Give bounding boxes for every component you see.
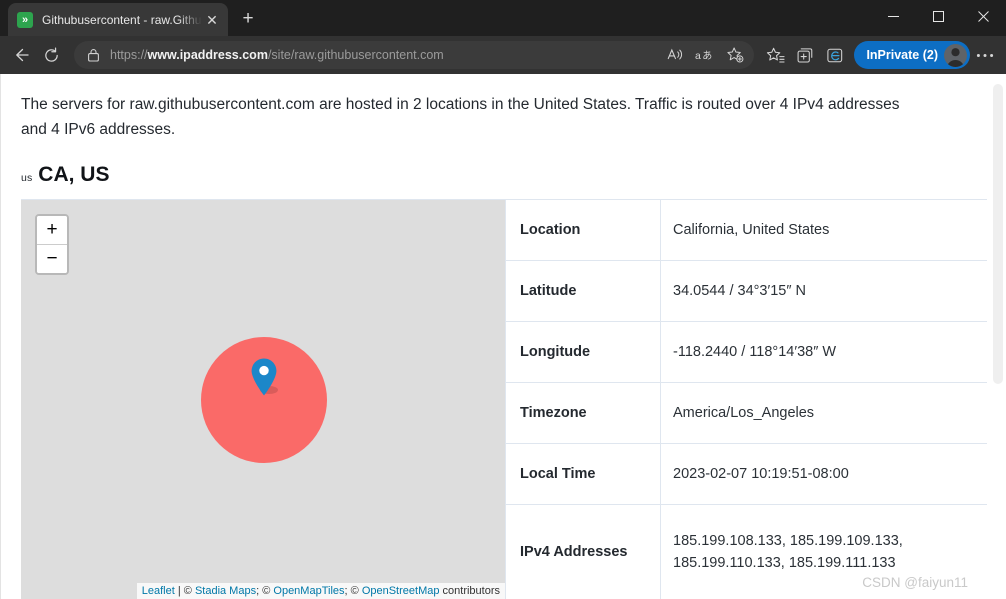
stadia-maps-link[interactable]: Stadia Maps [195,585,256,597]
browser-essentials-icon[interactable] [820,40,850,70]
map-marker-pin-icon[interactable] [249,357,279,399]
openmaptiles-link[interactable]: OpenMapTiles [273,585,344,597]
row-label: Timezone [505,382,661,444]
row-value: 34.0544 / 34°3′15″ N [660,260,987,322]
zoom-in-button[interactable]: + [37,216,67,246]
ipv4-line-2: 185.199.110.133, 185.199.111.133 [673,555,896,572]
intro-paragraph: The servers for raw.githubusercontent.co… [21,96,900,139]
reload-icon[interactable] [36,40,66,70]
table-body: Location California, United States Latit… [505,200,987,599]
row-value: California, United States [660,200,987,261]
address-bar-actions: aあ [660,40,750,70]
tab-favicon-icon: » [17,11,33,28]
map[interactable]: + − Leaflet | © Stadia Maps; © OpenMapTi… [21,200,505,599]
inprivate-label: InPrivate (2) [866,48,938,62]
new-tab-button[interactable]: + [234,5,262,33]
row-value: 2023-02-07 10:19:51-08:00 [660,443,987,505]
row-value: America/Los_Angeles [660,382,987,444]
tab-title: Githubusercontent - raw.Githubu [42,12,202,27]
window-controls [871,0,1006,33]
svg-text:あ: あ [703,50,713,62]
close-icon[interactable] [961,0,1006,33]
read-aloud-icon[interactable] [660,40,690,70]
scrollbar-thumb[interactable] [993,84,1003,384]
title-bar: » Githubusercontent - raw.Githubu ✕ + [0,0,1006,36]
leaflet-link[interactable]: Leaflet [142,585,175,597]
address-bar[interactable]: https://www.ipaddress.com/site/raw.githu… [74,40,755,70]
copyright-2: © [262,585,271,598]
location-heading-text: CA, US [38,163,110,187]
web-page: The servers for raw.githubusercontent.co… [0,74,990,599]
url-text[interactable]: https://www.ipaddress.com/site/raw.githu… [110,48,660,62]
coverage-circle [201,337,327,464]
collections-icon[interactable] [790,40,820,70]
row-label: Latitude [505,260,661,322]
ipv4-line-1: 185.199.108.133, 185.199.109.133, [673,533,903,550]
url-scheme: https:// [110,48,148,62]
browser-window: » Githubusercontent - raw.Githubu ✕ + ht… [0,0,1006,599]
maximize-icon[interactable] [916,0,961,33]
page-scrollbar[interactable] [990,74,1006,599]
row-label: Local Time [505,443,661,505]
translate-icon[interactable]: aあ [690,40,720,70]
map-attribution: Leaflet | © Stadia Maps; © OpenMapTiles;… [136,583,505,599]
svg-text:a: a [695,51,701,62]
lock-icon [84,46,102,64]
back-arrow-icon[interactable] [6,40,36,70]
location-details-table: Location California, United States Latit… [505,200,987,599]
tab-close-icon[interactable]: ✕ [202,10,222,30]
table-row: Latitude 34.0544 / 34°3′15″ N [505,260,987,322]
table-row: Location California, United States [505,200,987,261]
row-label: IPv4 Addresses [505,504,661,599]
row-value: -118.2440 / 118°14′38″ W [660,321,987,383]
table-row: Longitude -118.2440 / 118°14′38″ W [505,321,987,383]
row-label: Longitude [505,321,661,383]
page-content: The servers for raw.githubusercontent.co… [1,74,990,599]
browser-tab[interactable]: » Githubusercontent - raw.Githubu ✕ [8,3,228,36]
row-value: 185.199.108.133, 185.199.109.133, 185.19… [660,504,987,599]
avatar [944,43,967,67]
attr-sep: | [174,585,184,598]
row-label: Location [505,200,661,261]
table-row: Local Time 2023-02-07 10:19:51-08:00 [505,443,987,505]
us-flag-icon: us [21,172,33,185]
copyright-1: © [183,585,192,598]
page-viewport: The servers for raw.githubusercontent.co… [0,74,1006,599]
map-zoom-controls: + − [35,214,69,276]
table-row: IPv4 Addresses 185.199.108.133, 185.199.… [505,504,987,599]
url-domain: www.ipaddress.com [147,48,268,62]
more-options-icon[interactable] [970,40,1000,70]
page-title: us CA, US [21,163,970,187]
add-favorite-icon[interactable] [720,40,750,70]
openstreetmap-link[interactable]: OpenStreetMap [362,585,440,597]
copyright-3: © [350,585,359,598]
favorites-icon[interactable] [760,40,790,70]
zoom-out-button[interactable]: − [37,245,67,274]
browser-toolbar: https://www.ipaddress.com/site/raw.githu… [0,36,1006,74]
minimize-icon[interactable] [871,0,916,33]
url-path: /site/raw.githubusercontent.com [267,48,444,62]
location-panel: + − Leaflet | © Stadia Maps; © OpenMapTi… [21,199,987,599]
table-row: Timezone America/Los_Angeles [505,382,987,444]
attr-suffix: contributors [439,585,500,598]
inprivate-profile-button[interactable]: InPrivate (2) [854,41,970,69]
